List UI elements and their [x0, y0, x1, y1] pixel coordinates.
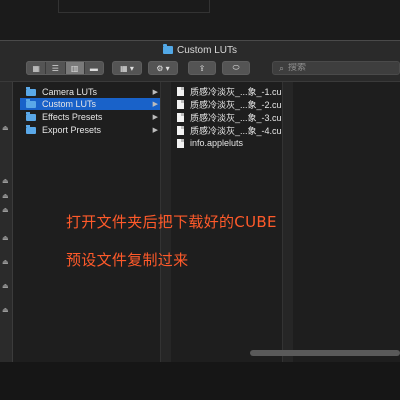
eject-icon[interactable]: ⏏ — [2, 306, 9, 314]
toolbar: ‹ ▦ ☰ ▥ ▬ ▦ ▾ ⚙ ▾ ⇪ ⬭ ⌕ — [0, 59, 400, 81]
folder-icon — [26, 98, 36, 108]
folder-item-camera-luts[interactable]: Camera LUTs ▶ — [20, 86, 162, 98]
document-icon — [177, 86, 184, 96]
gallery-view-button[interactable]: ▬ — [85, 62, 103, 74]
file-item[interactable]: 质感冷淡灰_...象_-3.cube — [177, 111, 292, 123]
file-name: 质感冷淡灰_...象_-1.cube — [190, 86, 292, 97]
columns-icon: ▥ — [70, 63, 79, 73]
view-mode-segment: ▦ ☰ ▥ ▬ — [26, 61, 104, 75]
eject-icon[interactable]: ⏏ — [2, 258, 9, 266]
column-view-button[interactable]: ▥ — [65, 62, 85, 74]
eject-icon[interactable]: ⏏ — [2, 177, 9, 185]
share-icon: ⇪ — [198, 63, 206, 73]
annotation-line-1: 打开文件夹后把下载好的CUBE — [66, 213, 277, 231]
list-view-button[interactable]: ☰ — [46, 62, 66, 74]
search-icon: ⌕ — [279, 62, 285, 73]
file-name: 质感冷淡灰_...象_-2.cube — [190, 99, 292, 110]
folder-item-export-presets[interactable]: Export Presets ▶ — [20, 124, 162, 136]
folder-icon — [162, 44, 173, 54]
folder-item-label: Export Presets — [42, 125, 102, 135]
folder-icon — [26, 111, 36, 121]
chevron-right-icon: ▶ — [152, 89, 158, 96]
document-icon — [177, 125, 184, 135]
eject-icon[interactable]: ⏏ — [2, 282, 9, 290]
folder-item-effects-presets[interactable]: Effects Presets ▶ — [20, 111, 162, 123]
group-grid-icon: ▦ ▾ — [120, 63, 134, 73]
title-bar: Custom LUTs — [0, 41, 400, 59]
finder-window: Custom LUTs ‹ ▦ ☰ ▥ ▬ ▦ ▾ ⚙ ▾ ⇪ ⬭ ⌕ ⏏ ⏏ … — [0, 40, 400, 362]
document-icon — [177, 138, 184, 148]
tag-icon: ⬭ — [232, 63, 240, 72]
gallery-icon: ▬ — [89, 63, 98, 73]
annotation-line-2: 预设文件复制过来 — [66, 251, 189, 269]
file-item[interactable]: info.appleluts — [177, 137, 243, 149]
tags-button[interactable]: ⬭ — [222, 61, 250, 75]
folder-item-label: Effects Presets — [42, 112, 103, 122]
search-input[interactable] — [288, 63, 379, 73]
file-item[interactable]: 质感冷淡灰_...象_-4.cube — [177, 124, 292, 136]
folder-icon — [26, 86, 36, 96]
chevron-right-icon: ▶ — [152, 101, 158, 108]
file-item[interactable]: 质感冷淡灰_...象_-2.cube — [177, 98, 292, 110]
chevron-right-icon: ▶ — [152, 114, 158, 121]
window-title: Custom LUTs — [176, 44, 237, 56]
folder-item-custom-luts[interactable]: Custom LUTs ▶ — [20, 98, 162, 110]
folder-item-label: Custom LUTs — [42, 99, 97, 109]
background-app-bottom — [0, 360, 400, 400]
list-icon: ☰ — [51, 63, 59, 73]
document-icon — [177, 99, 184, 109]
eject-icon[interactable]: ⏏ — [2, 124, 9, 132]
eject-icon[interactable]: ⏏ — [2, 234, 9, 242]
file-name: 质感冷淡灰_...象_-4.cube — [190, 125, 292, 136]
folder-icon — [26, 124, 36, 134]
group-button[interactable]: ▦ ▾ — [112, 61, 142, 75]
eject-icon[interactable]: ⏏ — [2, 192, 9, 200]
file-item[interactable]: 质感冷淡灰_...象_-1.cube — [177, 85, 292, 97]
document-icon — [177, 112, 184, 122]
action-button[interactable]: ⚙ ▾ — [148, 61, 178, 75]
eject-icon[interactable]: ⏏ — [2, 206, 9, 214]
grid-icon: ▦ — [32, 63, 40, 73]
preview-column — [293, 82, 400, 362]
search-field[interactable]: ⌕ — [272, 61, 400, 75]
sidebar-strip: ⏏ ⏏ ⏏ ⏏ ⏏ ⏏ ⏏ ⏏ — [0, 82, 13, 362]
folder-item-label: Camera LUTs — [42, 87, 98, 97]
gear-icon: ⚙ ▾ — [156, 63, 170, 73]
icon-view-button[interactable]: ▦ — [27, 62, 47, 74]
background-app-top — [0, 0, 400, 40]
share-button[interactable]: ⇪ — [188, 61, 216, 75]
file-name: 质感冷淡灰_...象_-3.cube — [190, 112, 292, 123]
chevron-right-icon: ▶ — [152, 127, 158, 134]
column-scrollbar[interactable] — [282, 82, 293, 362]
horizontal-scrollbar[interactable] — [250, 350, 400, 356]
file-name: info.appleluts — [190, 138, 244, 148]
